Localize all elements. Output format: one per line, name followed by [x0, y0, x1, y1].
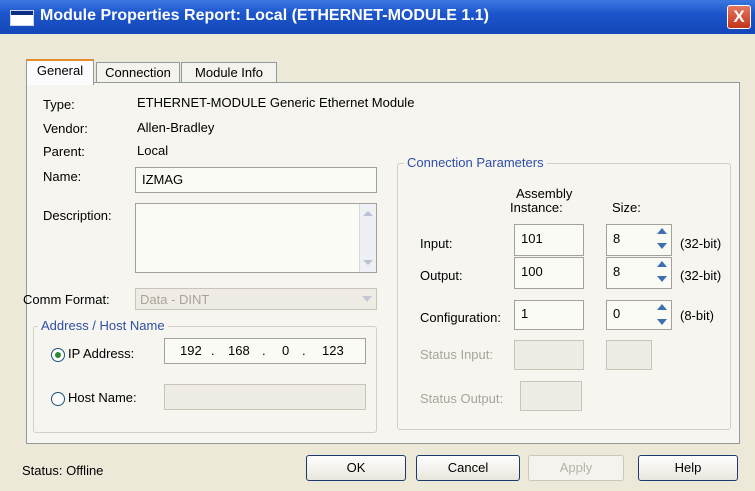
window-icon: [10, 10, 34, 26]
output-size-spinner-icon[interactable]: [654, 260, 669, 283]
output-size-value: 8: [613, 264, 621, 279]
output-size-unit: (32-bit): [680, 268, 722, 283]
input-size-unit: (32-bit): [680, 236, 722, 251]
ip-dot-3: .: [302, 343, 306, 358]
apply-button[interactable]: Apply: [528, 455, 624, 481]
ip-octet-3: 0: [282, 343, 290, 358]
status-output-field[interactable]: [520, 381, 582, 411]
host-name-label[interactable]: Host Name:: [68, 390, 137, 405]
status-input-field[interactable]: [514, 340, 584, 370]
input-instance-field[interactable]: 101: [514, 224, 584, 256]
type-label: Type:: [43, 97, 75, 112]
general-panel: Type: ETHERNET-MODULE Generic Ethernet M…: [23, 82, 740, 444]
name-value: IZMAG: [142, 172, 184, 187]
configuration-label: Configuration:: [420, 310, 501, 325]
module-properties-window: Module Properties Report: Local (ETHERNE…: [0, 0, 755, 491]
tab-connection[interactable]: Connection: [96, 62, 180, 83]
ip-address-label[interactable]: IP Address:: [68, 346, 134, 361]
status-text: Status: Offline: [22, 463, 104, 478]
comm-format-label: Comm Format:: [23, 292, 110, 307]
name-label: Name:: [43, 169, 82, 184]
cancel-button[interactable]: Cancel: [416, 455, 520, 481]
input-size-value: 8: [613, 231, 621, 246]
ip-octet-2: 168: [228, 343, 250, 358]
configuration-size-spinner-icon[interactable]: [654, 303, 669, 326]
tab-general[interactable]: General: [26, 59, 94, 85]
input-label: Input:: [420, 236, 453, 251]
ip-address-field[interactable]: 192 . 168 . 0 . 123: [164, 338, 366, 364]
host-name-radio[interactable]: [51, 392, 65, 406]
configuration-size-field[interactable]: 0: [606, 300, 672, 330]
configuration-size-unit: (8-bit): [680, 308, 714, 323]
status-input-size-field[interactable]: [606, 340, 652, 370]
input-size-spinner-icon[interactable]: [654, 227, 669, 250]
comm-format-select[interactable]: Data - DINT: [135, 288, 377, 310]
size-header: Size:: [612, 200, 641, 215]
chevron-down-icon: [362, 296, 372, 302]
type-value: ETHERNET-MODULE Generic Ethernet Module: [137, 95, 415, 110]
window-title: Module Properties Report: Local (ETHERNE…: [40, 7, 489, 24]
ip-address-radio[interactable]: [51, 348, 65, 362]
help-button[interactable]: Help: [638, 455, 738, 481]
output-instance-value: 100: [521, 264, 543, 279]
parent-value: Local: [137, 143, 169, 158]
ip-octet-4: 123: [322, 343, 344, 358]
ip-dot-2: .: [262, 343, 266, 358]
status-output-label: Status Output:: [420, 391, 504, 406]
input-instance-value: 101: [521, 231, 543, 246]
configuration-size-value: 0: [613, 306, 621, 321]
instance-header: Instance:: [510, 200, 563, 215]
vendor-label: Vendor:: [43, 121, 88, 136]
output-instance-field[interactable]: 100: [514, 257, 584, 289]
ip-octet-1: 192: [180, 343, 202, 358]
tab-module-info[interactable]: Module Info: [181, 62, 277, 83]
ok-button[interactable]: OK: [306, 455, 406, 481]
output-label: Output:: [420, 268, 463, 283]
ip-dot-1: .: [211, 343, 215, 358]
connection-parameters-group: Connection Parameters Assembly Instance:…: [397, 155, 731, 430]
description-label: Description:: [43, 208, 112, 223]
status-input-label: Status Input:: [420, 347, 493, 362]
input-size-field[interactable]: 8: [606, 224, 672, 256]
parent-label: Parent:: [43, 144, 85, 159]
close-button[interactable]: X: [727, 5, 751, 29]
connection-parameters-title: Connection Parameters: [404, 155, 547, 170]
address-group-title: Address / Host Name: [38, 318, 168, 333]
name-field[interactable]: IZMAG: [135, 167, 377, 193]
host-name-field[interactable]: [164, 384, 366, 410]
configuration-instance-field[interactable]: 1: [514, 300, 584, 330]
scroll-down-icon[interactable]: [363, 260, 373, 265]
address-group: Address / Host Name IP Address: 192 . 16…: [33, 318, 377, 433]
configuration-instance-value: 1: [521, 306, 529, 321]
description-scrollbar[interactable]: [359, 204, 376, 272]
assembly-header: Assembly: [516, 186, 573, 201]
title-bar[interactable]: Module Properties Report: Local (ETHERNE…: [0, 0, 755, 34]
vendor-value: Allen-Bradley: [137, 120, 215, 135]
comm-format-value: Data - DINT: [140, 292, 210, 307]
output-size-field[interactable]: 8: [606, 257, 672, 289]
scroll-up-icon[interactable]: [363, 211, 373, 216]
description-field[interactable]: [135, 203, 377, 273]
